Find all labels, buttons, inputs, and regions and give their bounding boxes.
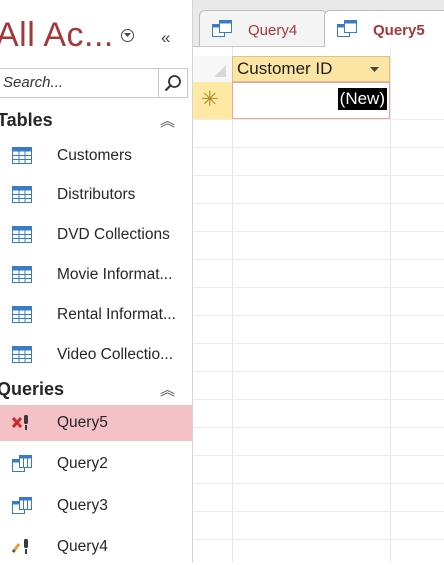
search-box xyxy=(0,68,188,98)
document-area: Query4 Query5 Customer ID ✳ (New) xyxy=(193,0,444,563)
search-input[interactable] xyxy=(3,74,153,91)
nav-item-movie-information[interactable]: Movie Informat... xyxy=(0,257,192,293)
nav-item-query3[interactable]: Query3 xyxy=(0,488,192,524)
column-header-customer-id[interactable]: Customer ID xyxy=(232,56,390,82)
table-icon xyxy=(12,346,32,363)
tab-label: Query5 xyxy=(373,22,425,39)
nav-item-label: Movie Informat... xyxy=(57,266,173,283)
search-icon xyxy=(164,75,181,92)
grid-line xyxy=(193,287,444,288)
new-record-asterisk-icon: ✳ xyxy=(201,88,219,111)
nav-item-query2[interactable]: Query2 xyxy=(0,446,192,482)
table-icon xyxy=(12,266,32,283)
table-icon xyxy=(12,226,32,243)
column-filter-dropdown-icon[interactable] xyxy=(370,67,379,73)
nav-item-query5[interactable]: Query5 xyxy=(0,405,192,441)
table-icon xyxy=(12,306,32,323)
nav-item-label: DVD Collections xyxy=(57,226,170,243)
datasheet-grid[interactable]: Customer ID ✳ (New) xyxy=(193,47,444,563)
group-header-queries[interactable]: Queries ︽ xyxy=(0,375,187,405)
column-header-label: Customer ID xyxy=(237,59,333,78)
chevron-up-double-icon[interactable]: ︽ xyxy=(160,110,175,131)
nav-item-distributors[interactable]: Distributors xyxy=(0,177,192,213)
nav-item-label: Query2 xyxy=(57,455,108,472)
nav-item-label: Video Collectio... xyxy=(57,346,174,363)
select-query-icon xyxy=(337,20,357,37)
group-header-tables[interactable]: Tables ︽ xyxy=(0,106,187,136)
chevron-up-double-icon[interactable]: ︽ xyxy=(160,379,175,400)
select-query-icon xyxy=(12,497,32,514)
document-tab-strip: Query4 Query5 xyxy=(193,0,444,47)
nav-item-query4[interactable]: Query4 xyxy=(0,529,192,565)
grid-line xyxy=(193,119,444,120)
nav-item-label: Rental Informat... xyxy=(57,306,176,323)
nav-item-label: Query4 xyxy=(57,538,108,555)
grid-line xyxy=(193,511,444,512)
nav-item-customers[interactable]: Customers xyxy=(0,138,192,174)
select-all-corner[interactable] xyxy=(193,56,232,82)
nav-item-dvd-collections[interactable]: DVD Collections xyxy=(0,217,192,253)
nav-item-label: Query5 xyxy=(57,414,108,431)
navigation-menu-dropdown-icon[interactable] xyxy=(121,29,134,42)
navigation-pane: All Ac... « Tables ︽ Customers xyxy=(0,0,193,563)
grid-line xyxy=(193,371,444,372)
new-record-cell[interactable]: (New) xyxy=(232,82,390,119)
grid-line xyxy=(193,175,444,176)
group-label-queries: Queries xyxy=(0,379,65,399)
grid-line xyxy=(193,455,444,456)
grid-line xyxy=(193,399,444,400)
nav-item-label: Distributors xyxy=(57,186,136,203)
navigation-pane-title[interactable]: All Ac... xyxy=(0,16,114,55)
select-all-triangle-icon xyxy=(214,65,226,77)
nav-item-label: Query3 xyxy=(57,497,108,514)
collapse-pane-icon[interactable]: « xyxy=(161,28,170,48)
grid-line xyxy=(193,315,444,316)
table-icon xyxy=(12,147,32,164)
grid-line xyxy=(193,343,444,344)
select-query-icon xyxy=(12,455,32,472)
search-button[interactable] xyxy=(158,69,187,97)
grid-line xyxy=(390,47,391,563)
grid-line xyxy=(193,539,444,540)
grid-line xyxy=(193,259,444,260)
navigation-pane-header[interactable]: All Ac... « xyxy=(0,14,192,66)
nav-item-label: Customers xyxy=(57,147,132,164)
nav-item-video-collection[interactable]: Video Collectio... xyxy=(0,337,192,373)
table-icon xyxy=(12,186,32,203)
grid-line xyxy=(193,483,444,484)
grid-line xyxy=(193,203,444,204)
grid-line xyxy=(193,427,444,428)
grid-line xyxy=(193,231,444,232)
select-query-icon xyxy=(212,20,232,37)
delete-query-icon xyxy=(12,415,28,430)
grid-line xyxy=(232,47,233,563)
grid-line xyxy=(193,147,444,148)
tab-query4[interactable]: Query4 xyxy=(199,10,327,46)
tab-label: Query4 xyxy=(248,22,298,39)
new-record-row-selector[interactable]: ✳ xyxy=(193,82,232,119)
tab-query5[interactable]: Query5 xyxy=(324,10,444,47)
update-query-icon xyxy=(12,539,28,554)
nav-item-rental-information[interactable]: Rental Informat... xyxy=(0,297,192,333)
group-label-tables: Tables xyxy=(0,110,53,130)
new-record-value: (New) xyxy=(337,88,387,110)
